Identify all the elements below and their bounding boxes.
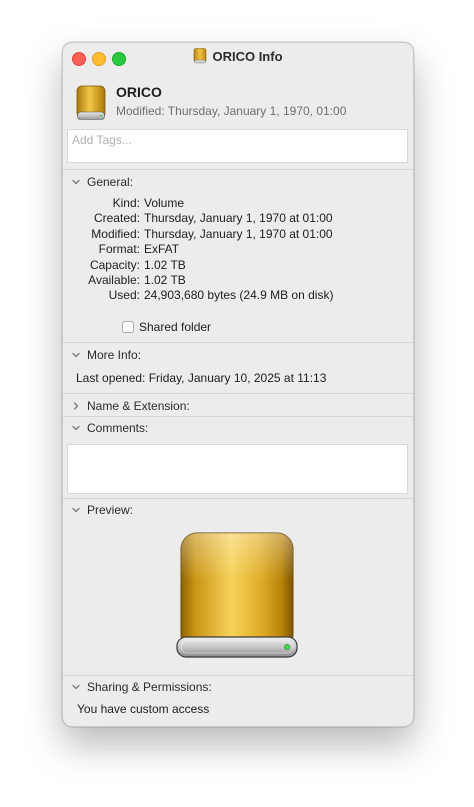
row-key: Format: (98, 242, 140, 257)
chevron-down-icon (72, 352, 80, 358)
chevron-down-icon (72, 425, 80, 431)
tags-input[interactable] (67, 129, 408, 163)
info-window: ORICO Info ORICO Modified: Thursday, Jan… (62, 42, 414, 727)
section-name-extension-label: Name & Extension: (87, 399, 190, 413)
row-value: 24,903,680 bytes (24.9 MB on disk) (144, 288, 334, 303)
section-general-label: General: (87, 175, 134, 189)
drive-icon (194, 48, 207, 64)
row-key: Modified: (91, 226, 140, 241)
general-row-created: Created: Thursday, January 1, 1970 at 01:… (67, 211, 333, 226)
window-title: ORICO Info (63, 48, 413, 64)
section-sharing-label: Sharing & Permissions: (87, 680, 212, 694)
row-value: Thursday, January 1, 1970 at 01:00 (144, 211, 333, 226)
file-name: ORICO (116, 84, 162, 100)
last-opened: Last opened: Friday, January 10, 2025 at… (76, 371, 327, 385)
chevron-down-icon (72, 684, 80, 690)
section-divider (63, 169, 413, 170)
shared-folder-option[interactable]: Shared folder (122, 319, 211, 335)
external-drive-icon (176, 532, 298, 658)
general-row-modified: Modified: Thursday, January 1, 1970 at 01… (67, 226, 333, 242)
chevron-down-icon (72, 507, 80, 513)
row-key: Available: (88, 273, 140, 287)
row-value: 1.02 TB (144, 257, 186, 272)
info-header: ORICO Modified: Thursday, January 1, 197… (63, 81, 413, 125)
title-bar[interactable]: ORICO Info (63, 43, 413, 73)
drive-icon (76, 85, 106, 120)
row-key: Kind: (112, 196, 140, 210)
general-row-format: Format: ExFAT (67, 242, 179, 257)
general-row-capacity: Capacity: 1.02 TB (67, 258, 186, 273)
section-sharing-toggle[interactable]: Sharing & Permissions: (71, 679, 212, 695)
window-title-text: ORICO Info (212, 49, 283, 64)
section-more-info-label: More Info: (87, 348, 142, 362)
row-key: Used: (108, 288, 140, 303)
section-divider (63, 393, 413, 394)
modified-date: Modified: Thursday, January 1, 1970, 01:… (116, 104, 347, 118)
section-preview-toggle[interactable]: Preview: (71, 502, 133, 518)
comments-field[interactable] (67, 444, 408, 494)
row-value: Volume (144, 196, 185, 210)
section-divider (63, 675, 413, 676)
section-divider (63, 498, 413, 499)
section-name-extension-toggle[interactable]: Name & Extension: (71, 398, 190, 414)
row-value: ExFAT (144, 242, 180, 257)
row-key: Capacity: (89, 257, 140, 272)
section-more-info-toggle[interactable]: More Info: (71, 347, 141, 363)
sharing-access-text: You have custom access (77, 702, 210, 716)
section-comments-label: Comments: (87, 421, 149, 435)
general-row-available: Available: 1.02 TB (67, 273, 186, 288)
general-row-kind: Kind: Volume (67, 196, 184, 211)
chevron-down-icon (72, 179, 80, 185)
shared-folder-label: Shared folder (139, 320, 212, 334)
shared-folder-checkbox[interactable] (122, 321, 134, 333)
row-key: Created: (93, 211, 140, 226)
chevron-right-icon (73, 402, 79, 410)
section-preview-label: Preview: (87, 503, 134, 517)
section-divider (63, 342, 413, 343)
general-row-used: Used: 24,903,680 bytes (24.9 MB on disk) (67, 288, 334, 303)
row-value: 1.02 TB (144, 273, 186, 287)
row-value: Thursday, January 1, 1970 at 01:00 (144, 226, 333, 241)
section-general-toggle[interactable]: General: (71, 174, 133, 190)
section-comments-toggle[interactable]: Comments: (71, 420, 148, 436)
section-divider (63, 416, 413, 417)
